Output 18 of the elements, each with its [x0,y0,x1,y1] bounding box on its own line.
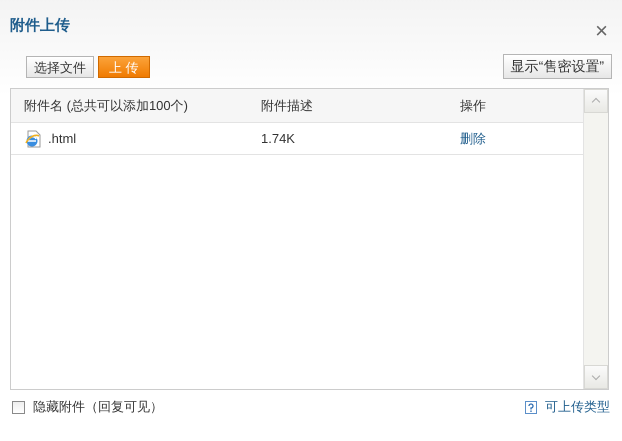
settings-button[interactable]: 显示“售密设置” [502,54,612,79]
file-name: .html [48,131,76,146]
choose-file-button[interactable]: 选择文件 [26,56,94,78]
column-header: 附件名 (总共可以添加100个) [23,96,189,114]
column-header: 附件描述 [261,96,314,114]
column-header: 操作 [460,96,487,114]
checkbox-label: 隐藏附件（回复可见） [33,398,163,416]
file-icon [24,130,42,148]
scroll-down-icon[interactable] [584,365,608,389]
checkbox[interactable] [12,400,25,414]
scroll-up-icon[interactable] [584,89,608,113]
help-icon[interactable] [525,400,537,414]
close-button[interactable]: × [593,21,610,41]
scrollbar[interactable] [583,89,608,389]
table-cell-text: 1.74K [261,131,296,146]
delete-link[interactable]: 删除 [460,130,486,146]
file-types-link[interactable]: 可上传类型 [545,398,610,416]
dialog-title: 附件上传 [10,16,70,34]
